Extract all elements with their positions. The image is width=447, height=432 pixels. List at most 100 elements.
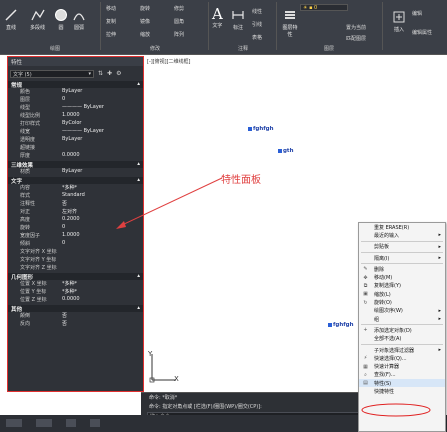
- copy-tool[interactable]: 复制: [106, 18, 116, 25]
- menu-item[interactable]: 快捷特性: [359, 387, 445, 395]
- property-row[interactable]: 倾斜 0: [8, 240, 143, 248]
- collapse-icon[interactable]: ▴: [137, 305, 140, 312]
- table-tool[interactable]: 表格: [252, 34, 262, 41]
- collapse-icon[interactable]: ▴: [137, 161, 140, 168]
- fillet-tool[interactable]: 圆角: [174, 18, 184, 25]
- property-section-header[interactable]: 其他 ▴: [8, 305, 143, 313]
- menu-item[interactable]: 隔离(I) ▸: [359, 254, 445, 262]
- menu-item[interactable]: 重复 ERASE(R): [359, 223, 445, 231]
- property-value[interactable]: 1.0000: [60, 112, 143, 120]
- property-row[interactable]: 颜色 ByLayer: [8, 88, 143, 96]
- property-value[interactable]: 0: [60, 96, 143, 104]
- property-value[interactable]: ByLayer: [60, 168, 143, 176]
- menu-item[interactable]: ▤ 特性(S): [359, 379, 445, 388]
- menu-item[interactable]: 绘图次序(W) ▸: [359, 307, 445, 315]
- property-value[interactable]: ByLayer: [60, 88, 143, 96]
- property-row[interactable]: 线宽 ———— ByLayer: [8, 128, 143, 136]
- layer-properties-tool[interactable]: 图层特性: [281, 8, 299, 38]
- property-value[interactable]: [60, 256, 143, 264]
- group-annotation[interactable]: 注释: [238, 45, 248, 52]
- property-value[interactable]: *多种*: [60, 288, 143, 296]
- property-row[interactable]: 超链接: [8, 144, 143, 152]
- property-row[interactable]: 文字对齐 Z 坐标: [8, 264, 143, 272]
- polyline-tool[interactable]: 多段线: [30, 8, 45, 31]
- property-section-header[interactable]: 三维效果 ▴: [8, 161, 143, 169]
- layer-dropdown[interactable]: ☀ ▪ 0: [300, 4, 348, 11]
- move-tool[interactable]: 移动: [106, 5, 116, 12]
- property-row[interactable]: 位置 X 坐标 *多种*: [8, 280, 143, 288]
- trim-tool[interactable]: 修剪: [174, 5, 184, 12]
- property-value[interactable]: 0.0000: [60, 152, 143, 160]
- text-entity[interactable]: fghfgh: [248, 126, 274, 132]
- dimension-tool[interactable]: 标注: [231, 8, 245, 31]
- property-row[interactable]: 文字对齐 Y 坐标: [8, 256, 143, 264]
- menu-item[interactable]: ⚡ 快速选择(Q)...: [359, 354, 445, 362]
- snap-toggle-icon[interactable]: [90, 419, 100, 427]
- grid-toggle-icon[interactable]: [66, 419, 76, 427]
- match-layer-tool[interactable]: 匹配图层: [346, 35, 366, 42]
- menu-item[interactable]: ▦ 快速计算器: [359, 362, 445, 371]
- property-value[interactable]: [60, 144, 143, 152]
- array-tool[interactable]: 阵列: [174, 31, 184, 38]
- menu-item[interactable]: 剪贴板 ▸: [359, 243, 445, 251]
- menu-item[interactable]: ⌕ 查找(F)...: [359, 371, 445, 379]
- property-section-header[interactable]: 常规 ▴: [8, 81, 143, 89]
- linear-tool[interactable]: 线性: [252, 8, 262, 15]
- property-value[interactable]: ———— ByLayer: [60, 128, 143, 136]
- property-row[interactable]: 线型比例 1.0000: [8, 112, 143, 120]
- property-row[interactable]: 厚度 0.0000: [8, 152, 143, 160]
- edit-tool[interactable]: 编辑: [412, 10, 422, 17]
- menu-item[interactable]: 全部不选(A): [359, 335, 445, 343]
- property-row[interactable]: 打印样式 ByColor: [8, 120, 143, 128]
- property-row[interactable]: 位置 Z 坐标 0.0000: [8, 296, 143, 304]
- property-row[interactable]: 透明度 ByLayer: [8, 136, 143, 144]
- property-value[interactable]: 否: [60, 320, 143, 328]
- property-value[interactable]: 0.0000: [60, 296, 143, 304]
- text-tool[interactable]: A 文字: [212, 6, 223, 29]
- set-current-tool[interactable]: 置为当前: [346, 24, 366, 31]
- model-tab-icon[interactable]: [6, 419, 22, 427]
- property-value[interactable]: 0: [60, 240, 143, 248]
- property-value[interactable]: ByColor: [60, 120, 143, 128]
- property-row[interactable]: 颠倒 否: [8, 312, 143, 320]
- leader-tool[interactable]: 引线: [252, 21, 262, 28]
- scale-tool[interactable]: 缩放: [140, 31, 150, 38]
- property-value[interactable]: [60, 264, 143, 272]
- line-tool[interactable]: 直线: [4, 8, 18, 31]
- property-value[interactable]: [60, 248, 143, 256]
- toggle-pickadd-icon[interactable]: ⇅: [98, 70, 103, 77]
- collapse-icon[interactable]: ▴: [137, 273, 140, 280]
- property-row[interactable]: 宽度因子 1.0000: [8, 232, 143, 240]
- insert-tool[interactable]: 插入: [392, 10, 406, 33]
- menu-item[interactable]: + 添加选定对象(D): [359, 326, 445, 334]
- edit-attributes-tool[interactable]: 编辑属性: [412, 29, 432, 36]
- text-entity[interactable]: gth: [278, 148, 293, 154]
- group-modify[interactable]: 修改: [150, 45, 160, 52]
- menu-item[interactable]: 组 ▸: [359, 315, 445, 323]
- mirror-tool[interactable]: 镜像: [140, 18, 150, 25]
- menu-item[interactable]: 子对象选择过滤器 ▸: [359, 346, 445, 354]
- viewport-controls[interactable]: [-][俯视][二维线框]: [147, 58, 191, 65]
- menu-item[interactable]: 最近的输入 ▸: [359, 231, 445, 239]
- property-value[interactable]: 否: [60, 312, 143, 320]
- group-draw[interactable]: 绘图: [50, 45, 60, 52]
- text-entity[interactable]: fghfgh: [328, 322, 354, 328]
- property-row[interactable]: 图层 0: [8, 96, 143, 104]
- selection-dropdown[interactable]: 文字 (5) ▾: [10, 69, 94, 78]
- group-layers[interactable]: 图层: [324, 45, 334, 52]
- property-section-header[interactable]: 几何图形 ▴: [8, 273, 143, 281]
- property-row[interactable]: 位置 Y 坐标 *多种*: [8, 288, 143, 296]
- arc-tool[interactable]: 圆弧: [72, 8, 86, 31]
- property-value[interactable]: ———— ByLayer: [60, 104, 143, 112]
- select-objects-icon[interactable]: ✚: [107, 70, 112, 77]
- layout-tab-icon[interactable]: [36, 419, 52, 427]
- property-row[interactable]: 反向 否: [8, 320, 143, 328]
- menu-item[interactable]: ✥ 移动(M): [359, 273, 445, 282]
- stretch-tool[interactable]: 拉伸: [106, 31, 116, 38]
- menu-item[interactable]: ✎ 删除: [359, 265, 445, 273]
- property-value[interactable]: ByLayer: [60, 136, 143, 144]
- property-row[interactable]: 线型 ———— ByLayer: [8, 104, 143, 112]
- quick-select-icon[interactable]: ⚙: [116, 70, 121, 77]
- circle-tool[interactable]: 圆: [54, 8, 68, 31]
- menu-item[interactable]: ⧉ 复制选择(Y): [359, 282, 445, 290]
